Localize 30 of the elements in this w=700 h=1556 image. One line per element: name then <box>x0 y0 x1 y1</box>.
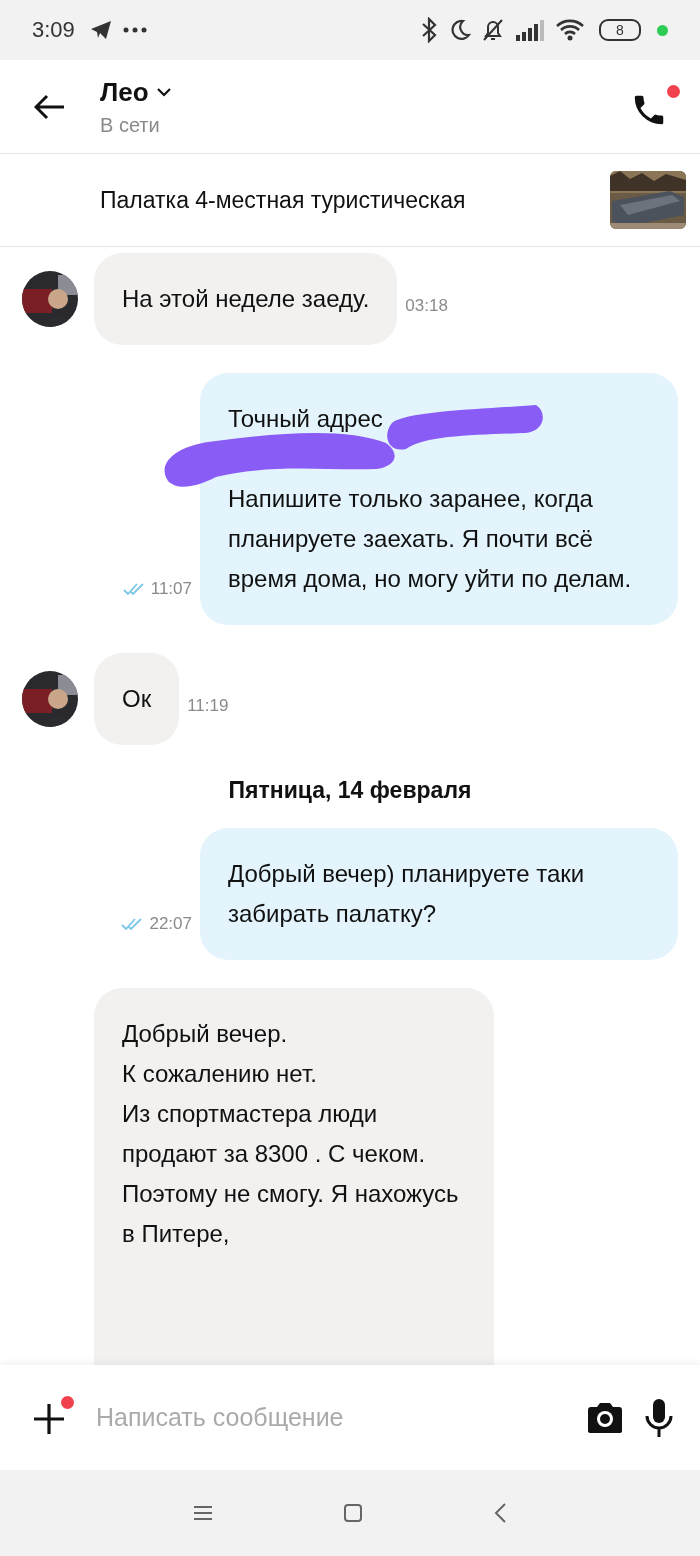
contact-name[interactable]: Лео <box>100 76 149 108</box>
message-bubble: Добрый вечер) планируете таки забирать палатку? <box>200 828 678 960</box>
message-bubble: На этой неделе заеду. <box>94 253 398 345</box>
date-separator: Пятница, 14 февраля <box>227 777 473 804</box>
message-bubble: Ок <box>94 653 180 745</box>
muted-bell-icon <box>481 18 505 42</box>
battery-indicator: 8 <box>599 19 641 41</box>
home-icon[interactable] <box>343 1503 363 1523</box>
online-status: В сети <box>100 113 161 137</box>
back-nav-icon[interactable] <box>493 1502 507 1524</box>
back-icon[interactable] <box>34 93 66 120</box>
status-time: 3:09 <box>32 17 75 43</box>
chevron-down-icon[interactable] <box>156 87 171 97</box>
status-dot <box>657 24 668 36</box>
more-icon <box>122 27 147 33</box>
message-input[interactable]: Написать сообщение <box>94 1402 566 1433</box>
message-time: 11:07 <box>150 579 192 599</box>
microphone-icon[interactable] <box>644 1397 674 1438</box>
wifi-icon <box>555 18 585 42</box>
signal-icon <box>515 19 545 41</box>
camera-icon[interactable] <box>586 1400 624 1435</box>
menu-icon[interactable] <box>193 1505 213 1521</box>
listing-title[interactable]: Палатка 4-местная туристическая <box>100 186 610 214</box>
message-time: 03:18 <box>405 296 448 316</box>
message-bubble: Добрый вечер. К сожалению нет. Из спортмастера люди продают за 8300 . С чеком. Поэтому не смогу. Я нахожусь в Питере, <box>94 988 494 1365</box>
message-time: 11:19 <box>187 696 229 716</box>
message-time: 22:07 <box>149 914 192 934</box>
message-bubble: Точный адрес Напишите только заранее, когда планируете заехать. Я почти всё время дома, но могу уйти по делам. <box>200 373 678 625</box>
plus-icon[interactable] <box>32 1401 66 1436</box>
moon-icon <box>449 19 471 41</box>
